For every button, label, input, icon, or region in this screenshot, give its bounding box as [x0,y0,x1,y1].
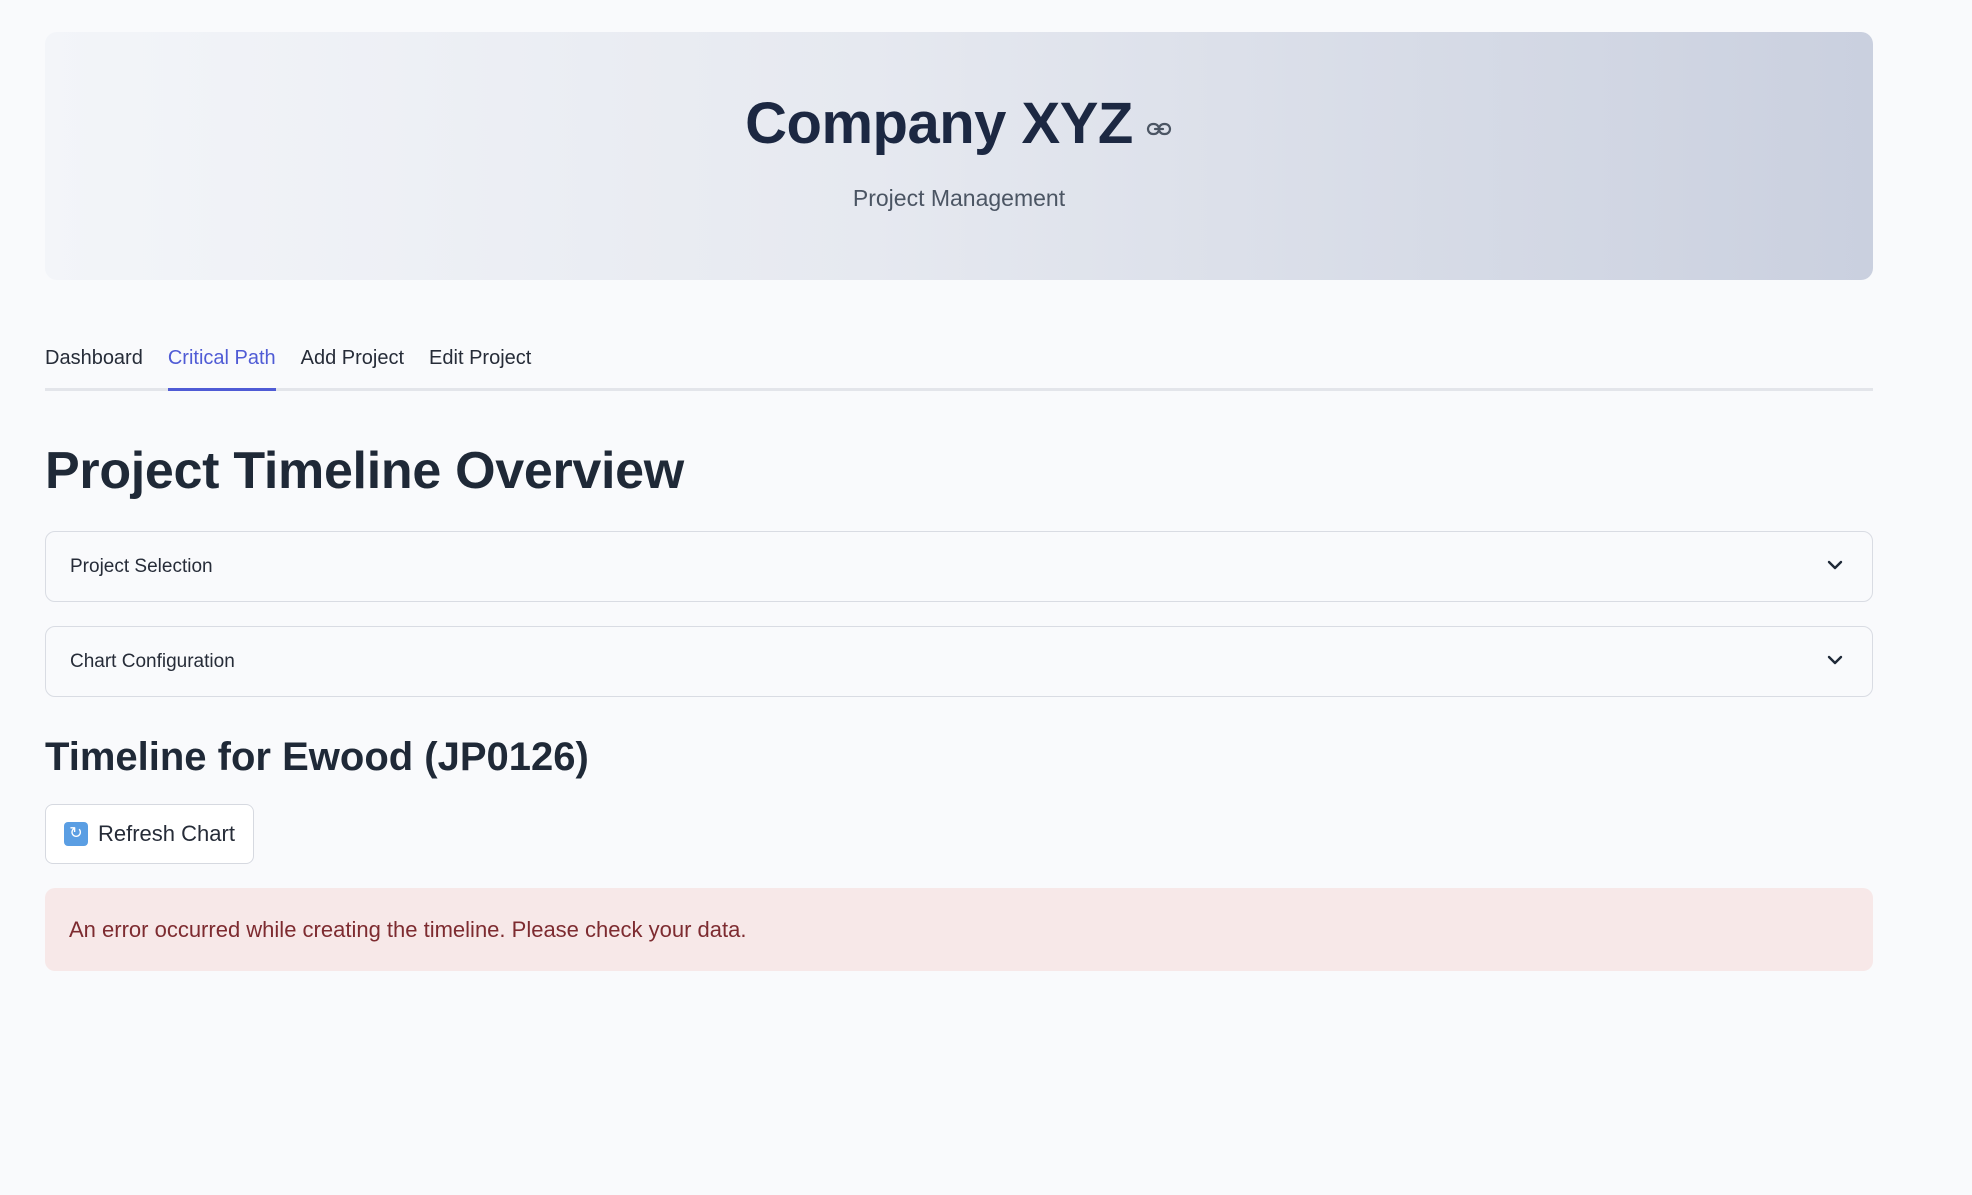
chevron-down-icon [1826,653,1844,671]
tab-add-project[interactable]: Add Project [301,347,404,388]
tab-bar: Dashboard Critical Path Add Project Edit… [45,342,1873,391]
link-icon[interactable] [1145,115,1173,143]
expander-label: Chart Configuration [70,650,235,672]
tab-critical-path[interactable]: Critical Path [167,347,276,391]
project-selection-expander[interactable]: Project Selection [45,531,1873,602]
error-alert: An error occurred while creating the tim… [45,888,1873,971]
chart-configuration-expander[interactable]: Chart Configuration [45,626,1873,697]
header-title-row: Company XYZ [745,90,1173,157]
app-title: Company XYZ [745,91,1133,156]
app-container: Company XYZ Project Management Dashboard… [45,32,1873,971]
chevron-down-icon [1826,558,1844,576]
expander-label: Project Selection [70,555,213,577]
timeline-section-title: Timeline for Ewood (JP0126) [45,735,589,779]
error-message: An error occurred while creating the tim… [69,916,747,942]
refresh-icon: ↻ [64,822,88,846]
refresh-chart-label: Refresh Chart [98,821,235,846]
app-subtitle: Project Management [852,185,1066,211]
refresh-chart-button[interactable]: ↻ Refresh Chart [45,804,254,864]
tab-dashboard[interactable]: Dashboard [45,347,143,388]
header-banner: Company XYZ Project Management [45,32,1873,280]
tab-edit-project[interactable]: Edit Project [429,347,531,388]
page-title: Project Timeline Overview [45,442,684,500]
